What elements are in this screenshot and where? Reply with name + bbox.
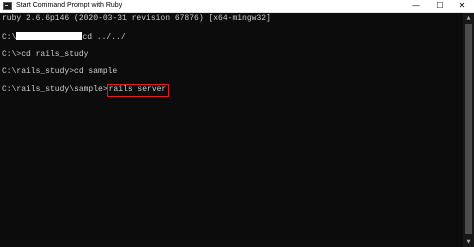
console-line-current-prompt: C:\rails_study\sample>rails server xyxy=(2,84,170,97)
title-bar[interactable]: Start Command Prompt with Ruby — ☐ ✕ xyxy=(0,0,474,13)
highlighted-command-rails-server: rails server xyxy=(106,84,170,97)
prompt-drive: C:\ xyxy=(2,33,17,42)
console-line-cd-sample: C:\rails_study>cd sample xyxy=(2,67,118,76)
current-prompt: C:\rails_study\sample> xyxy=(2,85,108,94)
console-line-cd-up: C:\ cd ../../ xyxy=(2,32,126,42)
scrollbar-thumb[interactable] xyxy=(465,24,472,234)
scroll-up-arrow-icon[interactable]: ▲ xyxy=(463,13,474,23)
redacted-path xyxy=(16,32,83,40)
command-cd-up: cd ../../ xyxy=(82,33,126,42)
window-title: Start Command Prompt with Ruby xyxy=(16,2,123,9)
terminal-icon[interactable] xyxy=(3,2,12,10)
maximize-button[interactable]: ☐ xyxy=(428,0,452,12)
command-prompt-window: Start Command Prompt with Ruby — ☐ ✕ rub… xyxy=(0,0,474,247)
minimize-button[interactable]: — xyxy=(404,0,428,12)
close-button[interactable]: ✕ xyxy=(450,0,474,12)
console-line-cd-rails-study: C:\>cd rails_study xyxy=(2,50,89,59)
console-line-version: ruby 2.6.6p146 (2020-03-31 revision 6787… xyxy=(2,14,271,23)
console-output[interactable]: ruby 2.6.6p146 (2020-03-31 revision 6787… xyxy=(0,13,474,247)
scroll-down-arrow-icon[interactable]: ▼ xyxy=(463,237,474,247)
